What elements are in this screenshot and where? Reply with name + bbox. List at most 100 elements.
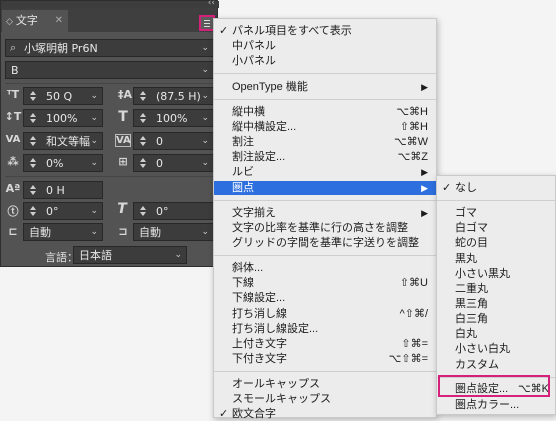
kerning-field[interactable]: 和文等幅 ⌄ bbox=[23, 132, 103, 150]
menu-item-ligatures[interactable]: ✓ 欧文合字 bbox=[214, 407, 436, 421]
submenu-item-white-circle[interactable]: 白丸 bbox=[437, 327, 555, 341]
rotation-field[interactable]: 0° ⌄ bbox=[23, 202, 103, 220]
font-family-value: 小塚明朝 Pr6N bbox=[24, 42, 98, 55]
submenu-item-black-circle[interactable]: 黒丸 bbox=[437, 252, 555, 266]
aki-after-field[interactable]: 自動 ⌄ bbox=[133, 223, 214, 241]
menu-item-grid-spacing-adjust[interactable]: グリッドの字間を基準に字送りを調整 bbox=[214, 236, 436, 250]
submenu-item-none[interactable]: ✓ なし bbox=[437, 181, 555, 195]
baseline-shift-field[interactable]: 0 H bbox=[23, 181, 103, 199]
tab-character[interactable]: ◇ 文字 ✕ bbox=[2, 10, 68, 32]
vertical-scale-stepper[interactable] bbox=[27, 111, 41, 125]
horizontal-scale-field[interactable]: 100% ⌄ bbox=[133, 109, 214, 127]
submenu-item-label: 二重丸 bbox=[455, 283, 488, 295]
chevron-down-icon[interactable]: ⌄ bbox=[90, 155, 98, 171]
horizontal-scale-stepper[interactable] bbox=[137, 111, 151, 125]
submenu-item-label: 小さい黒丸 bbox=[455, 268, 510, 280]
submenu-arrow-icon: ▶ bbox=[421, 167, 428, 177]
skew-field[interactable]: 0° bbox=[133, 202, 214, 220]
tsume-icon: ⁂ bbox=[7, 155, 19, 168]
submenu-item-kenten-color[interactable]: 圏点カラー... bbox=[437, 398, 555, 412]
font-family-field[interactable]: ⌕ 小塚明朝 Pr6N ⌄ bbox=[5, 39, 214, 57]
menu-item-line-height-adjust[interactable]: 文字の比率を基準に行の高さを調整 bbox=[214, 221, 436, 235]
tsume-field[interactable]: 0% ⌄ bbox=[23, 154, 103, 172]
vertical-scale-field[interactable]: 100% ⌄ bbox=[23, 109, 103, 127]
menu-item-character-alignment[interactable]: 文字揃え ▶ bbox=[214, 206, 436, 220]
rotation-stepper[interactable] bbox=[27, 204, 41, 218]
panel-collapse-bar[interactable]: ‹‹ bbox=[1, 0, 219, 8]
chevron-down-icon[interactable]: ⌄ bbox=[90, 203, 98, 219]
menu-separator bbox=[214, 255, 436, 256]
tracking-stepper[interactable] bbox=[137, 134, 151, 148]
language-select[interactable]: 日本語 ⌄ bbox=[73, 246, 187, 264]
menu-item-small-caps[interactable]: スモールキャップス bbox=[214, 392, 436, 406]
font-size-field[interactable]: 50 Q ⌄ bbox=[23, 87, 103, 105]
menu-item-label: 打ち消し線設定... bbox=[232, 323, 319, 335]
chevron-down-icon[interactable]: ⌄ bbox=[201, 155, 209, 171]
chevron-down-icon[interactable]: ⌄ bbox=[90, 88, 98, 104]
menu-item-underline[interactable]: 下線 ⇧⌘U bbox=[214, 276, 436, 290]
chevron-down-icon[interactable]: ⌄ bbox=[201, 62, 209, 78]
leading-stepper[interactable] bbox=[137, 89, 151, 103]
submenu-item-small-white-circle[interactable]: 小さい白丸 bbox=[437, 342, 555, 356]
kerning-stepper[interactable] bbox=[27, 134, 41, 148]
baseline-shift-stepper[interactable] bbox=[27, 183, 41, 197]
menu-item-label: 斜体... bbox=[232, 262, 264, 274]
chevron-down-icon[interactable]: ⌄ bbox=[174, 247, 182, 263]
submenu-item-white-triangle[interactable]: 白三角 bbox=[437, 312, 555, 326]
menu-item-underline-settings[interactable]: 下線設定... bbox=[214, 291, 436, 305]
menu-item-warichu[interactable]: 割注 ⌥⌘W bbox=[214, 135, 436, 149]
menu-item-ruby[interactable]: ルビ ▶ bbox=[214, 165, 436, 179]
tsume-stepper[interactable] bbox=[27, 156, 41, 170]
menu-item-subscript[interactable]: 下付き文字 ⌥⇧⌘= bbox=[214, 352, 436, 366]
submenu-item-goma[interactable]: ゴマ bbox=[437, 206, 555, 220]
font-size-stepper[interactable] bbox=[27, 89, 41, 103]
font-style-field[interactable]: B ⌄ bbox=[5, 61, 214, 79]
menu-separator bbox=[214, 73, 436, 74]
menu-item-label: スモールキャップス bbox=[232, 393, 331, 405]
chevron-down-icon[interactable]: ⌄ bbox=[201, 40, 209, 56]
chevron-down-icon[interactable]: ⌄ bbox=[90, 224, 98, 240]
menu-item-kenten[interactable]: 圏点 ▶ bbox=[214, 181, 436, 195]
close-icon[interactable]: ✕ bbox=[55, 10, 63, 32]
menu-item-tatechuyoko-settings[interactable]: 縦中横設定... ⇧⌘H bbox=[214, 120, 436, 134]
shortcut-label: ⇧⌘H bbox=[399, 121, 428, 133]
menu-item-superscript[interactable]: 上付き文字 ⇧⌘= bbox=[214, 337, 436, 351]
submenu-item-black-triangle[interactable]: 黒三角 bbox=[437, 297, 555, 311]
menu-item-label: オールキャップス bbox=[232, 378, 320, 390]
chevron-down-icon[interactable]: ⌄ bbox=[90, 110, 98, 126]
menu-item-label: 縦中横 bbox=[232, 106, 265, 118]
menu-item-all-caps[interactable]: オールキャップス bbox=[214, 377, 436, 391]
aki-stepper[interactable] bbox=[137, 156, 151, 170]
menu-item-small-panel[interactable]: 小パネル bbox=[214, 54, 436, 68]
submenu-item-white-goma[interactable]: 白ゴマ bbox=[437, 221, 555, 235]
tracking-field[interactable]: 0 ⌄ bbox=[133, 132, 214, 150]
submenu-item-custom[interactable]: カスタム bbox=[437, 358, 555, 372]
submenu-item-janome[interactable]: 蛇の目 bbox=[437, 236, 555, 250]
skew-stepper[interactable] bbox=[137, 204, 151, 218]
language-value: 日本語 bbox=[79, 249, 112, 262]
menu-separator bbox=[214, 371, 436, 372]
submenu-item-small-black-circle[interactable]: 小さい黒丸 bbox=[437, 267, 555, 281]
chevron-down-icon[interactable]: ⌄ bbox=[201, 224, 209, 240]
vertical-scale-value: 100% bbox=[46, 112, 78, 125]
submenu-item-label: 黒三角 bbox=[455, 298, 488, 310]
chevron-down-icon[interactable]: ⌄ bbox=[90, 133, 98, 149]
menu-item-tatechuyoko[interactable]: 縦中横 ⌥⌘H bbox=[214, 105, 436, 119]
aki-before-field[interactable]: 自動 ⌄ bbox=[23, 223, 103, 241]
leading-field[interactable]: (87.5 H) ⌄ bbox=[133, 87, 214, 105]
chevron-down-icon[interactable]: ⌄ bbox=[201, 110, 209, 126]
menu-item-medium-panel[interactable]: 中パネル bbox=[214, 39, 436, 53]
submenu-item-double-circle[interactable]: 二重丸 bbox=[437, 282, 555, 296]
menu-item-show-all[interactable]: ✓ パネル項目をすべて表示 bbox=[214, 24, 436, 38]
menu-item-strikethrough-settings[interactable]: 打ち消し線設定... bbox=[214, 322, 436, 336]
menu-item-strikethrough[interactable]: 打ち消し線 ^⇧⌘/ bbox=[214, 307, 436, 321]
chevron-down-icon[interactable]: ⌄ bbox=[201, 88, 209, 104]
chevron-down-icon[interactable]: ⌄ bbox=[201, 133, 209, 149]
aki-field[interactable]: 0 ⌄ bbox=[133, 154, 214, 172]
menu-item-label: 下線設定... bbox=[232, 292, 286, 304]
character-panel: ‹‹ ◇ 文字 ✕ ⌕ 小塚明朝 Pr6N ⌄ B ⌄ ᵀT 50 Q ⌄ ‡A … bbox=[0, 0, 219, 267]
menu-item-warichu-settings[interactable]: 割注設定... ⌥⌘Z bbox=[214, 150, 436, 164]
collapse-icon[interactable]: ‹‹ bbox=[208, 0, 215, 8]
menu-item-opentype[interactable]: OpenType 機能 ▶ bbox=[214, 80, 436, 94]
menu-item-italic[interactable]: 斜体... bbox=[214, 261, 436, 275]
